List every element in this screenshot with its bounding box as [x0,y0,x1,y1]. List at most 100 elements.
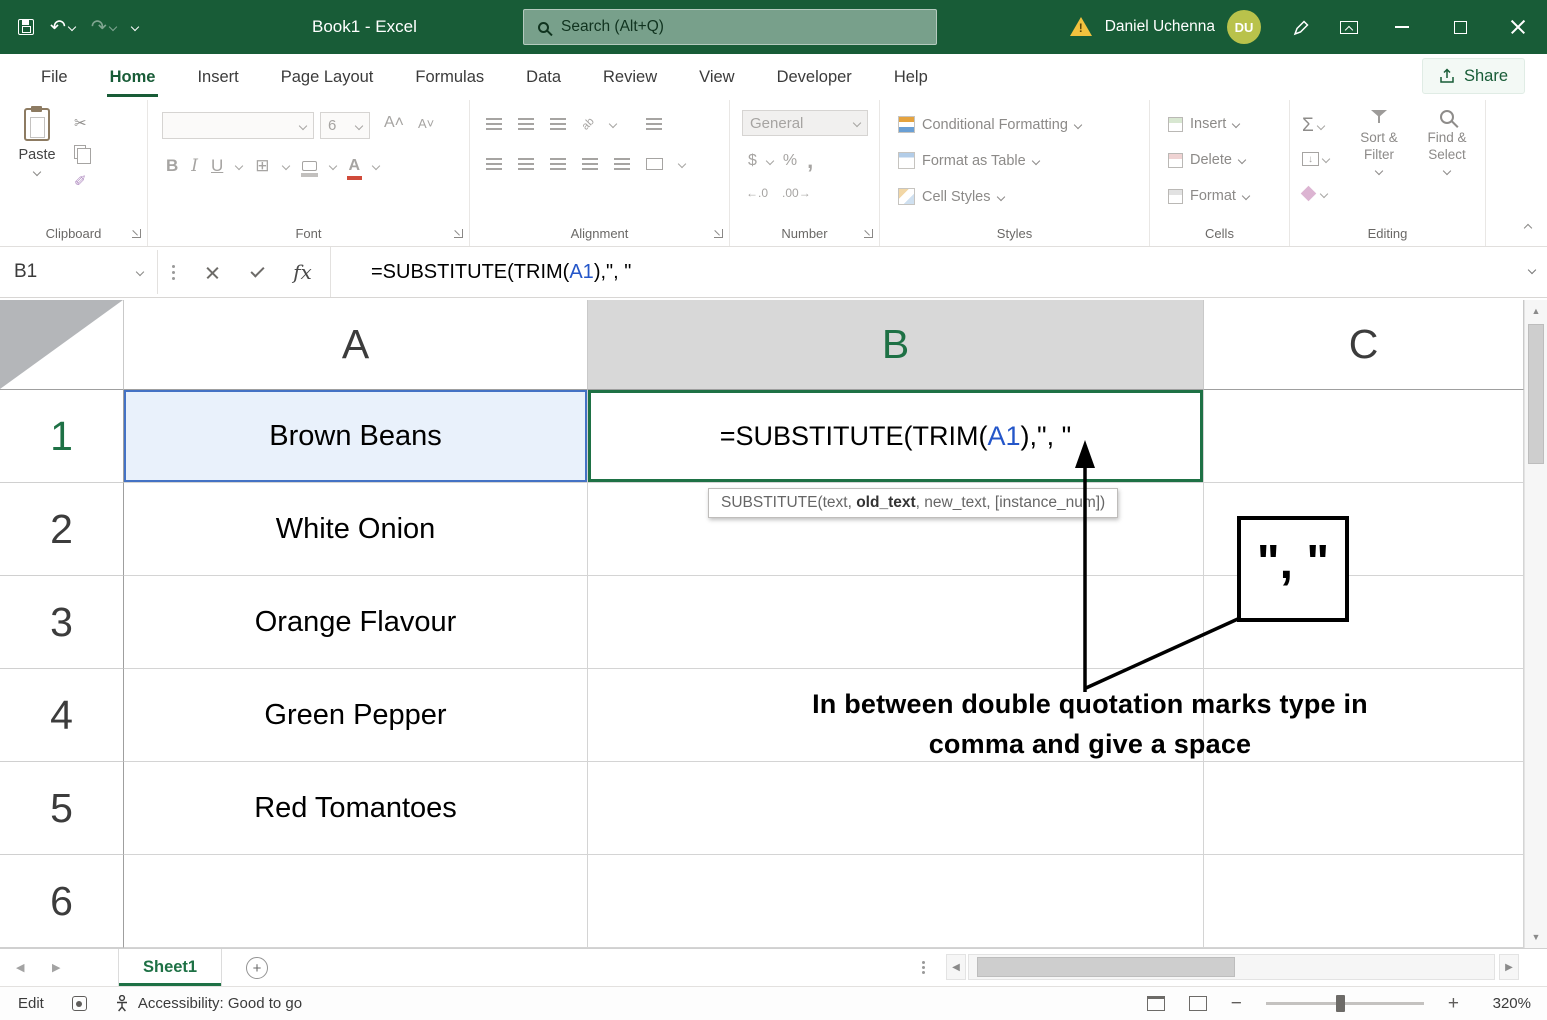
tab-home[interactable]: Home [89,54,177,100]
merge-center-icon[interactable] [646,158,663,170]
zoom-in-icon[interactable]: + [1448,994,1459,1013]
bold-button[interactable]: B [166,156,178,176]
column-header-b[interactable]: B [588,300,1204,390]
cell-c1[interactable] [1204,390,1524,483]
new-sheet-button[interactable]: + [246,957,268,979]
minimize-button[interactable] [1373,0,1431,54]
wrap-text-icon[interactable] [646,118,662,130]
decrease-indent-icon[interactable] [582,158,598,170]
font-dialog-launcher-icon[interactable] [454,229,463,238]
underline-button[interactable]: U [211,156,223,176]
percent-style-icon[interactable]: % [783,152,797,170]
row-header-3[interactable]: 3 [0,576,124,669]
scroll-down-icon[interactable]: ▼ [1525,926,1547,948]
name-box-resize-handle[interactable] [172,265,175,268]
decrease-decimal-icon[interactable]: .00→ [782,186,811,200]
fill-icon[interactable]: ↓ [1302,152,1319,166]
cell-a4[interactable]: Green Pepper [124,669,588,762]
name-box[interactable]: B1 [0,250,158,294]
copy-icon[interactable] [74,145,86,159]
conditional-formatting-button[interactable]: Conditional Formatting [898,116,1081,133]
accessibility-status[interactable]: Accessibility: Good to go [115,995,302,1012]
next-sheet-icon[interactable]: ▶ [52,949,60,986]
page-break-view-icon[interactable] [1189,996,1207,1011]
align-top-icon[interactable] [486,118,502,130]
comma-style-icon[interactable]: , [807,148,813,174]
redo-button[interactable]: ↷ [91,18,116,37]
maximize-button[interactable] [1431,0,1489,54]
row-header-4[interactable]: 4 [0,669,124,762]
inking-button[interactable] [1277,0,1325,54]
fill-color-icon[interactable] [302,161,317,171]
cell-b1[interactable]: =SUBSTITUTE(TRIM(A1),", " [588,390,1204,483]
zoom-slider-thumb[interactable] [1336,995,1345,1012]
cell-a1[interactable]: Brown Beans [124,390,588,483]
tab-developer[interactable]: Developer [756,54,873,100]
row-header-5[interactable]: 5 [0,762,124,855]
paste-button[interactable]: Paste [8,108,66,175]
tab-file[interactable]: File [20,54,89,100]
cell-c5[interactable] [1204,762,1524,855]
cell-a3[interactable]: Orange Flavour [124,576,588,669]
align-right-icon[interactable] [550,158,566,170]
align-left-icon[interactable] [486,158,502,170]
column-header-a[interactable]: A [124,300,588,390]
find-select-button[interactable]: Find & Select [1416,110,1478,174]
sheet-tab-sheet1[interactable]: Sheet1 [118,949,222,986]
undo-button[interactable]: ↶ [50,18,75,37]
tab-help[interactable]: Help [873,54,949,100]
warning-icon[interactable] [1069,17,1093,37]
row-header-6[interactable]: 6 [0,855,124,948]
cell-b6[interactable] [588,855,1204,948]
close-button[interactable] [1489,0,1547,54]
cell-b5[interactable] [588,762,1204,855]
column-header-c[interactable]: C [1204,300,1524,390]
vertical-scroll-thumb[interactable] [1528,324,1544,464]
number-format-combo[interactable]: General [742,110,868,136]
number-dialog-launcher-icon[interactable] [864,229,873,238]
horizontal-scrollbar[interactable] [968,954,1495,980]
zoom-slider[interactable] [1266,1002,1424,1005]
tab-view[interactable]: View [678,54,755,100]
customize-qat-button[interactable] [132,24,138,30]
cell-c6[interactable] [1204,855,1524,948]
increase-decimal-icon[interactable]: ←.0 [746,186,768,200]
increase-indent-icon[interactable] [614,158,630,170]
tab-formulas[interactable]: Formulas [394,54,505,100]
italic-button[interactable]: I [191,156,198,176]
cell-styles-button[interactable]: Cell Styles [898,188,1004,205]
search-box[interactable]: Search (Alt+Q) [523,9,937,45]
tab-review[interactable]: Review [582,54,678,100]
autosum-icon[interactable]: Σ [1302,116,1314,135]
insert-cells-button[interactable]: Insert [1168,116,1239,132]
page-layout-view-icon[interactable] [1147,996,1165,1011]
scroll-up-icon[interactable]: ▲ [1525,300,1547,322]
format-cells-button[interactable]: Format [1168,188,1249,204]
align-center-icon[interactable] [518,158,534,170]
horizontal-scroll-thumb[interactable] [977,957,1235,977]
tab-page-layout[interactable]: Page Layout [260,54,395,100]
collapse-ribbon-button[interactable] [1525,218,1531,236]
zoom-out-icon[interactable]: − [1231,994,1242,1013]
decrease-font-icon[interactable]: A˅ [418,116,434,131]
clipboard-dialog-launcher-icon[interactable] [132,229,141,238]
expand-formula-bar-icon[interactable] [1528,266,1536,274]
ribbon-display-options-button[interactable] [1325,0,1373,54]
tab-data[interactable]: Data [505,54,582,100]
format-as-table-button[interactable]: Format as Table [898,152,1039,169]
tab-insert[interactable]: Insert [176,54,259,100]
font-color-icon[interactable]: A [349,158,361,174]
macro-record-icon[interactable] [72,996,87,1011]
save-button[interactable] [18,19,34,35]
avatar[interactable]: DU [1227,10,1261,44]
cell-a6[interactable] [124,855,588,948]
cell-b3[interactable] [588,576,1204,669]
align-bottom-icon[interactable] [550,118,566,130]
orientation-icon[interactable]: ab [580,115,597,132]
align-middle-icon[interactable] [518,118,534,130]
cancel-button[interactable] [190,247,235,297]
alignment-dialog-launcher-icon[interactable] [714,229,723,238]
font-name-combo[interactable] [162,112,314,139]
vertical-scrollbar[interactable]: ▲ ▼ [1524,300,1547,948]
account-info[interactable]: Daniel Uchenna DU [1105,10,1261,44]
